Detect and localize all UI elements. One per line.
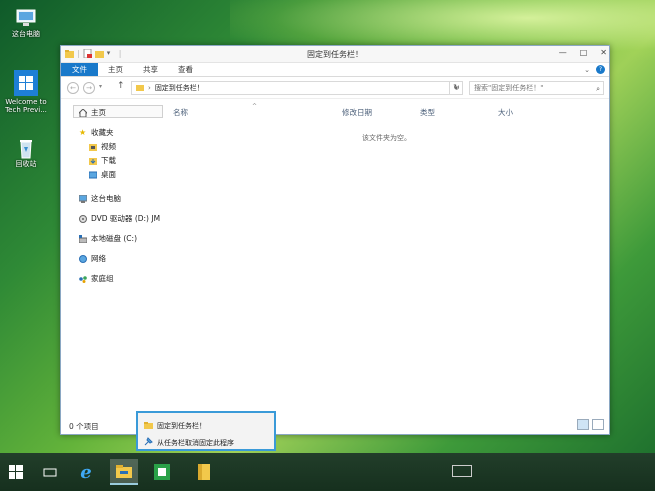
window-title: 固定到任务栏！ xyxy=(307,50,363,59)
close-button[interactable]: ✕ xyxy=(600,48,607,57)
pinned-folder-button[interactable] xyxy=(190,459,218,485)
nav-item-videos[interactable]: 视频 xyxy=(89,141,116,152)
tab-view[interactable]: 查看 xyxy=(168,63,203,76)
large-icons-view-button[interactable] xyxy=(592,419,604,430)
nav-item-label: 下载 xyxy=(101,156,116,165)
file-list: ^ 名称 修改日期 类型 大小 该文件夹为空。 xyxy=(164,101,609,416)
recent-locations-icon[interactable]: ▾ xyxy=(99,83,102,90)
nav-item-label: 视频 xyxy=(101,142,116,151)
nav-item-label: 家庭组 xyxy=(91,274,114,283)
store-button[interactable] xyxy=(148,459,176,485)
taskbar: e xyxy=(0,453,655,491)
network-icon xyxy=(79,254,87,263)
column-header-date[interactable]: 修改日期 xyxy=(342,107,372,118)
task-view-button[interactable] xyxy=(36,459,64,485)
nav-item-network[interactable]: 网络 xyxy=(79,253,106,264)
recycle-bin-icon xyxy=(15,138,37,159)
desktop-icon-recycle-bin[interactable]: 回收站 xyxy=(3,138,49,168)
desktop-icon-label: 这台电脑 xyxy=(12,30,40,38)
column-header-name[interactable]: 名称 xyxy=(173,107,188,118)
tab-file[interactable]: 文件 xyxy=(61,63,98,76)
internet-explorer-icon: e xyxy=(80,461,92,483)
address-row: ← → ▾ ↑ › 固定到任务栏！ ▾ ↻ 搜索"固定到任务栏！" ⌕ xyxy=(61,77,609,99)
internet-explorer-button[interactable]: e xyxy=(72,459,100,485)
file-explorer-button[interactable] xyxy=(110,459,138,485)
tab-home[interactable]: 主页 xyxy=(98,63,133,76)
tab-share[interactable]: 共享 xyxy=(133,63,168,76)
folder-icon xyxy=(198,464,210,480)
maximize-button[interactable]: □ xyxy=(580,48,588,57)
nav-item-label: 本地磁盘 (C:) xyxy=(91,234,137,243)
breadcrumb-arrow-icon: › xyxy=(148,84,151,92)
expand-ribbon-icon[interactable]: ⌄ xyxy=(584,66,590,74)
empty-folder-message: 该文件夹为空。 xyxy=(362,134,411,142)
taskbar-jump-list: 固定到任务栏！ 从任务栏取消固定此程序 xyxy=(136,411,276,451)
breadcrumb[interactable]: 固定到任务栏！ xyxy=(155,83,204,93)
nav-item-label: 主页 xyxy=(91,108,106,117)
address-bar[interactable]: › 固定到任务栏！ ▾ xyxy=(131,81,463,95)
touch-keyboard-icon[interactable] xyxy=(452,465,472,477)
ribbon-tabs: 文件 主页 共享 查看 ⌄ ? xyxy=(61,63,609,77)
nav-item-label: 收藏夹 xyxy=(91,128,114,137)
desktop-icon-welcome[interactable]: Welcome to Tech Previ... xyxy=(3,70,49,114)
videos-folder-icon xyxy=(89,143,97,151)
forward-button[interactable]: → xyxy=(83,82,95,94)
back-button[interactable]: ← xyxy=(67,82,79,94)
nav-item-favorites[interactable]: ★ 收藏夹 xyxy=(79,127,114,138)
nav-item-desktop[interactable]: 桌面 xyxy=(88,169,116,180)
nav-item-this-pc[interactable]: 这台电脑 xyxy=(78,193,121,204)
refresh-button[interactable]: ↻ xyxy=(449,81,463,95)
details-view-button[interactable] xyxy=(577,419,589,430)
item-count: 0 个项目 xyxy=(69,422,99,431)
minimize-button[interactable]: — xyxy=(559,48,567,57)
title-bar[interactable]: | ▾ | 固定到任务栏！ — □ ✕ xyxy=(61,46,609,63)
nav-item-label: DVD 驱动器 (D:) JM xyxy=(91,214,161,223)
nav-item-dvd[interactable]: DVD 驱动器 (D:) JM xyxy=(79,213,160,224)
window-controls: — □ ✕ xyxy=(559,48,607,57)
dvd-drive-icon xyxy=(79,214,87,223)
column-header-size[interactable]: 大小 xyxy=(498,107,513,118)
nav-item-downloads[interactable]: 下载 xyxy=(89,155,116,166)
nav-item-home[interactable]: 主页 xyxy=(77,107,106,118)
help-icon[interactable]: ? xyxy=(596,65,605,74)
search-placeholder: 搜索"固定到任务栏！" xyxy=(474,84,544,92)
downloads-folder-icon xyxy=(89,157,97,165)
windows-logo-icon xyxy=(14,70,38,96)
folder-icon xyxy=(136,83,144,93)
star-icon: ★ xyxy=(79,127,87,137)
search-input[interactable]: 搜索"固定到任务栏！" ⌕ xyxy=(469,81,604,95)
windows-logo-icon xyxy=(9,465,23,479)
sort-indicator-icon: ^ xyxy=(252,103,258,110)
navigation-pane: 主页 ★ 收藏夹 视频 下载 桌面 这台电脑 DVD 驱动器 (D:) JM 本 xyxy=(61,101,164,416)
task-view-icon xyxy=(43,468,57,477)
computer-icon xyxy=(15,8,37,28)
desktop-icon-label: 回收站 xyxy=(15,160,37,168)
jump-list-item-folder[interactable]: 固定到任务栏！ xyxy=(144,421,206,431)
explorer-window: | ▾ | 固定到任务栏！ — □ ✕ 文件 主页 共享 查看 ⌄ ? ← → … xyxy=(60,45,610,435)
nav-item-label: 桌面 xyxy=(101,170,116,179)
nav-item-homegroup[interactable]: 家庭组 xyxy=(79,273,114,284)
start-button[interactable] xyxy=(2,459,30,485)
folder-icon xyxy=(144,421,153,431)
jump-list-label: 固定到任务栏！ xyxy=(157,422,206,430)
homegroup-icon xyxy=(79,275,87,283)
search-icon[interactable]: ⌕ xyxy=(596,83,600,95)
home-icon xyxy=(77,107,89,117)
hard-drive-icon xyxy=(78,234,88,243)
desktop-icon-this-pc[interactable]: 这台电脑 xyxy=(3,8,49,38)
nav-item-label: 这台电脑 xyxy=(91,194,121,203)
store-icon xyxy=(154,464,170,480)
nav-item-label: 网络 xyxy=(91,254,106,263)
file-explorer-icon xyxy=(116,465,132,478)
jump-list-item-unpin[interactable]: 从任务栏取消固定此程序 xyxy=(144,437,234,448)
desktop-folder-icon xyxy=(88,171,98,179)
unpin-icon xyxy=(144,437,153,448)
jump-list-label: 从任务栏取消固定此程序 xyxy=(157,438,234,447)
up-button[interactable]: ↑ xyxy=(117,81,125,91)
computer-icon xyxy=(78,194,88,203)
nav-item-local-disk[interactable]: 本地磁盘 (C:) xyxy=(78,233,137,244)
desktop-icon-label: Welcome to Tech Previ... xyxy=(5,98,47,114)
column-header-type[interactable]: 类型 xyxy=(420,107,435,118)
